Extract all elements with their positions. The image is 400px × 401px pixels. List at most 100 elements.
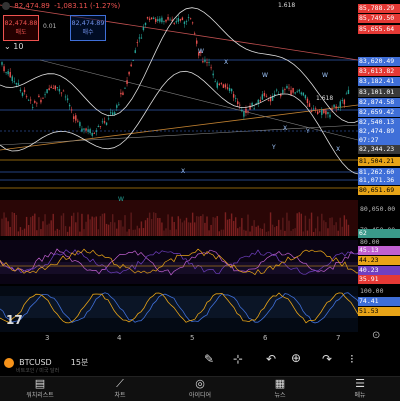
volume-bar: [93, 217, 95, 236]
volume-bar: [224, 212, 227, 236]
indicator-count: 10: [13, 42, 24, 51]
volume-bar: [312, 231, 315, 236]
volume-bar: [7, 221, 9, 236]
bottom-navigation: ▤ 워치리스트 ⟋ 차트 ◎ 아이디어 ▦ 뉴스 ☰ 메뉴: [0, 376, 400, 401]
volume-bar: [245, 230, 247, 236]
price-axis-label: 85,749.50: [358, 14, 400, 23]
volume-bar: [208, 230, 210, 236]
candle-body: [169, 19, 171, 21]
volume-bar: [50, 220, 52, 236]
candle-body: [308, 103, 311, 107]
candle-body: [163, 21, 165, 22]
volume-bar: [191, 212, 194, 236]
candle-body: [337, 108, 339, 110]
wave-label: W: [198, 48, 204, 55]
header-price: 82,474.89 -1,083.11 (-1.27%): [0, 0, 120, 12]
price-axis-label: 85,788.29: [358, 4, 400, 13]
nav-ideas[interactable]: ◎ 아이디어: [160, 377, 240, 401]
candle-body: [335, 106, 337, 109]
volume-bar: [296, 213, 298, 236]
redo-icon[interactable]: ↷: [322, 352, 332, 366]
volume-bar: [212, 217, 214, 236]
volume-bar: [144, 220, 147, 236]
volume-bar: [286, 212, 288, 236]
volume-bar: [25, 216, 28, 236]
candle-body: [185, 21, 188, 22]
price-axis-label: 80,651.69: [358, 186, 400, 195]
volume-bar: [101, 213, 104, 236]
candle-body: [155, 18, 157, 22]
volume-bar: [132, 229, 134, 236]
candle-body: [99, 126, 102, 128]
candle-body: [1, 62, 3, 65]
volume-bar: [216, 216, 218, 236]
symbol-selector[interactable]: BTCUSD 15분 비트코인 / 미국 달러: [4, 352, 104, 374]
volume-bar: [23, 228, 26, 236]
drawing-tools-icon[interactable]: ⊹: [233, 352, 243, 366]
volume-bar: [204, 222, 206, 236]
undo-icon[interactable]: ↶: [266, 352, 276, 366]
sell-button[interactable]: 82,474.88 매도: [3, 15, 39, 41]
volume-bar: [308, 218, 311, 236]
volume-bar: [81, 213, 83, 236]
candle-body: [52, 87, 54, 89]
candle-body: [187, 17, 190, 18]
volume-bar: [148, 212, 151, 236]
volume-bar: [267, 231, 270, 236]
chart-canvas[interactable]: [0, 0, 358, 344]
volume-bar: [99, 216, 102, 236]
candle-body: [19, 89, 22, 92]
candle-body: [214, 81, 216, 83]
volume-bar: [32, 215, 34, 236]
volume-bar: [230, 213, 233, 236]
volume-bar: [159, 218, 161, 236]
pen-icon[interactable]: ✎: [204, 352, 214, 366]
candle-body: [276, 89, 278, 91]
candle-body: [183, 21, 186, 24]
volume-bar: [17, 231, 20, 236]
volume-bar: [66, 231, 69, 236]
indicator-toggle[interactable]: ⌄ 10: [4, 42, 23, 51]
sell-price: 82,474.88: [4, 19, 38, 27]
add-indicator-icon[interactable]: ⊕: [291, 351, 301, 365]
candle-body: [204, 59, 206, 62]
candle-body: [130, 64, 132, 67]
nav-chart[interactable]: ⟋ 차트: [80, 377, 160, 401]
price-axis[interactable]: 85,788.29 85,749.50 85,655.64 83,620.49 83,6…: [358, 0, 400, 344]
candle-body: [103, 121, 106, 123]
nav-watchlist[interactable]: ▤ 워치리스트: [0, 377, 80, 401]
interval-value[interactable]: 15분: [71, 358, 89, 367]
nav-news[interactable]: ▦ 뉴스: [240, 377, 320, 401]
candle-body: [50, 86, 52, 89]
candle-body: [73, 116, 75, 119]
volume-bar: [122, 226, 124, 236]
price-axis-label: 82,540.13: [358, 118, 400, 127]
volume-bar: [257, 225, 259, 236]
buy-button[interactable]: 82,474.89 매수: [70, 15, 106, 41]
oscillator-axis-label: 40.23: [358, 266, 400, 275]
price-chart[interactable]: 82,474.89 -1,083.11 (-1.27%) 82,474.88 매…: [0, 0, 358, 344]
candle-body: [232, 94, 235, 98]
volume-bar: [136, 225, 138, 236]
candle-body: [181, 17, 184, 21]
nav-menu[interactable]: ☰ 메뉴: [320, 377, 400, 401]
volume-bar: [235, 217, 237, 236]
candle-body: [7, 71, 9, 75]
price-axis-label: 82,874.58: [358, 98, 400, 107]
candle-body: [3, 66, 5, 72]
x-tick-3: 3: [45, 334, 50, 342]
candle-body: [34, 101, 36, 103]
target-icon[interactable]: ⊙: [372, 330, 380, 341]
candle-body: [144, 22, 147, 25]
wave-label: W: [262, 72, 268, 79]
volume-bar: [1, 218, 3, 236]
candle-body: [253, 108, 255, 110]
more-icon[interactable]: ⁝: [350, 352, 354, 366]
oscillator-axis-label: 44.23: [358, 256, 400, 265]
candle-body: [345, 93, 348, 95]
candle-body: [177, 18, 179, 22]
candle-body: [56, 87, 59, 88]
candle-body: [60, 92, 63, 94]
candle-body: [132, 59, 134, 61]
candle-body: [136, 42, 138, 43]
